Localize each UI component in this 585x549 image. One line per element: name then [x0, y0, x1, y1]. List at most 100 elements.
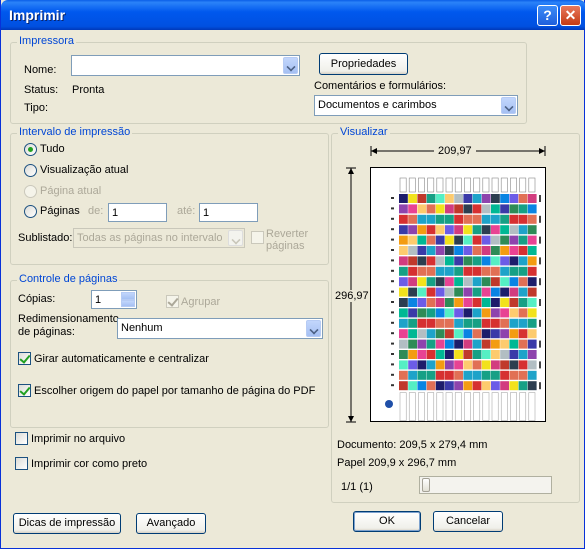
- color-patch: [472, 339, 482, 349]
- color-patch: [399, 246, 408, 255]
- page-scaling-select[interactable]: Nenhum: [117, 318, 323, 339]
- copies-stepper[interactable]: 1: [91, 290, 137, 309]
- range-all-label[interactable]: Tudo: [40, 143, 65, 155]
- chevron-down-icon[interactable]: [306, 320, 321, 337]
- right-marker: [539, 215, 541, 223]
- print-tips-button[interactable]: Dicas de impressão: [13, 513, 121, 534]
- color-patch: [472, 204, 482, 214]
- print-color-as-black-checkbox[interactable]: [15, 457, 28, 470]
- color-patch: [472, 246, 482, 255]
- color-patch: [481, 329, 491, 339]
- chevron-down-icon[interactable]: [228, 230, 243, 246]
- color-patch: [527, 287, 537, 297]
- auto-rotate-label[interactable]: Girar automaticamente e centralizar: [34, 353, 209, 365]
- page-slider[interactable]: [419, 476, 552, 494]
- color-patch: [500, 339, 509, 349]
- color-patch: [454, 256, 463, 266]
- chevron-down-icon[interactable]: [501, 97, 516, 114]
- color-patch: [435, 339, 445, 349]
- color-patch: [408, 256, 417, 266]
- color-patch: [445, 370, 454, 380]
- spin-down-icon[interactable]: [121, 299, 135, 307]
- color-patch: [408, 194, 417, 203]
- color-patch: [445, 308, 454, 318]
- chevron-down-icon[interactable]: [283, 57, 298, 74]
- color-patch: [481, 339, 491, 349]
- color-patch: [481, 194, 491, 203]
- row-marker: [391, 353, 394, 355]
- range-current-view-radio[interactable]: [24, 164, 37, 177]
- logo-mark: [385, 400, 393, 408]
- color-patch: [426, 360, 436, 370]
- color-patch: [472, 360, 482, 370]
- range-all-radio[interactable]: [24, 143, 37, 156]
- color-patch: [435, 246, 445, 255]
- help-button[interactable]: ?: [537, 5, 558, 26]
- color-patch: [500, 214, 509, 224]
- color-patch: [491, 194, 500, 203]
- color-patch: [435, 204, 445, 214]
- color-patch: [472, 235, 482, 245]
- print-to-file-label[interactable]: Imprimir no arquivo: [31, 433, 125, 445]
- reverse-pages-checkbox[interactable]: [251, 231, 264, 244]
- row-marker: [391, 373, 394, 376]
- color-patch: [426, 287, 436, 297]
- range-current-view-label[interactable]: Visualização atual: [40, 164, 128, 176]
- choose-paper-source-checkbox[interactable]: [18, 384, 31, 397]
- patch-tab: [445, 177, 453, 193]
- color-patch: [518, 381, 528, 391]
- color-patch: [518, 370, 528, 380]
- color-patch: [426, 194, 436, 203]
- range-current-page-label[interactable]: Página atual: [40, 185, 101, 197]
- page-preview: [370, 167, 546, 422]
- copies-spinner[interactable]: [121, 292, 135, 307]
- color-patch: [417, 350, 427, 359]
- color-patch: [472, 370, 482, 380]
- row-marker: [391, 363, 394, 366]
- range-current-page-radio[interactable]: [24, 185, 37, 198]
- color-patch: [445, 318, 454, 328]
- row-marker: [391, 269, 394, 272]
- print-color-as-black-label[interactable]: Imprimir cor como preto: [31, 458, 147, 470]
- spin-up-icon[interactable]: [121, 292, 135, 300]
- subset-select[interactable]: Todas as páginas no intervalo: [73, 228, 245, 248]
- color-patch: [518, 329, 528, 339]
- close-button[interactable]: ✕: [560, 5, 581, 26]
- color-patch: [435, 235, 445, 245]
- reverse-pages-label[interactable]: Reverter páginas: [266, 228, 321, 252]
- choose-paper-source-label[interactable]: Escolher origem do papel por tamanho de …: [34, 385, 315, 397]
- color-patch: [454, 308, 463, 318]
- color-chart-preview: [385, 177, 541, 421]
- patch-tab-bottom: [418, 392, 425, 421]
- advanced-button[interactable]: Avançado: [136, 513, 206, 534]
- collate-checkbox[interactable]: [166, 295, 179, 308]
- range-pages-radio[interactable]: [24, 205, 37, 218]
- range-pages-label[interactable]: Páginas: [40, 205, 80, 217]
- ok-button[interactable]: OK: [353, 511, 421, 532]
- cancel-button[interactable]: Cancelar: [433, 511, 503, 532]
- collate-label[interactable]: Agrupar: [181, 296, 220, 308]
- color-patch: [454, 214, 463, 224]
- color-patch: [500, 194, 509, 203]
- patch-tab-bottom: [436, 392, 444, 421]
- title-bar[interactable]: Imprimir ? ✕: [1, 0, 585, 30]
- properties-button[interactable]: Propriedades: [319, 53, 408, 75]
- color-patch: [527, 225, 537, 235]
- color-patch: [408, 246, 417, 255]
- pages-to-input[interactable]: 1: [199, 203, 258, 222]
- color-patch: [417, 339, 427, 349]
- page-slider-thumb[interactable]: [422, 478, 430, 492]
- color-patch: [408, 329, 417, 339]
- color-patch: [435, 329, 445, 339]
- auto-rotate-checkbox[interactable]: [18, 352, 31, 365]
- comments-forms-select[interactable]: Documentos e carimbos: [314, 95, 518, 116]
- color-patch: [518, 204, 528, 214]
- row-marker: [391, 280, 394, 283]
- color-patch: [435, 194, 445, 203]
- color-patch: [426, 214, 436, 224]
- preview-height-label: 296,97: [334, 290, 370, 302]
- pages-from-input[interactable]: 1: [108, 203, 167, 222]
- printer-name-select[interactable]: [71, 55, 300, 76]
- color-patch: [454, 246, 463, 255]
- print-to-file-checkbox[interactable]: [15, 432, 28, 445]
